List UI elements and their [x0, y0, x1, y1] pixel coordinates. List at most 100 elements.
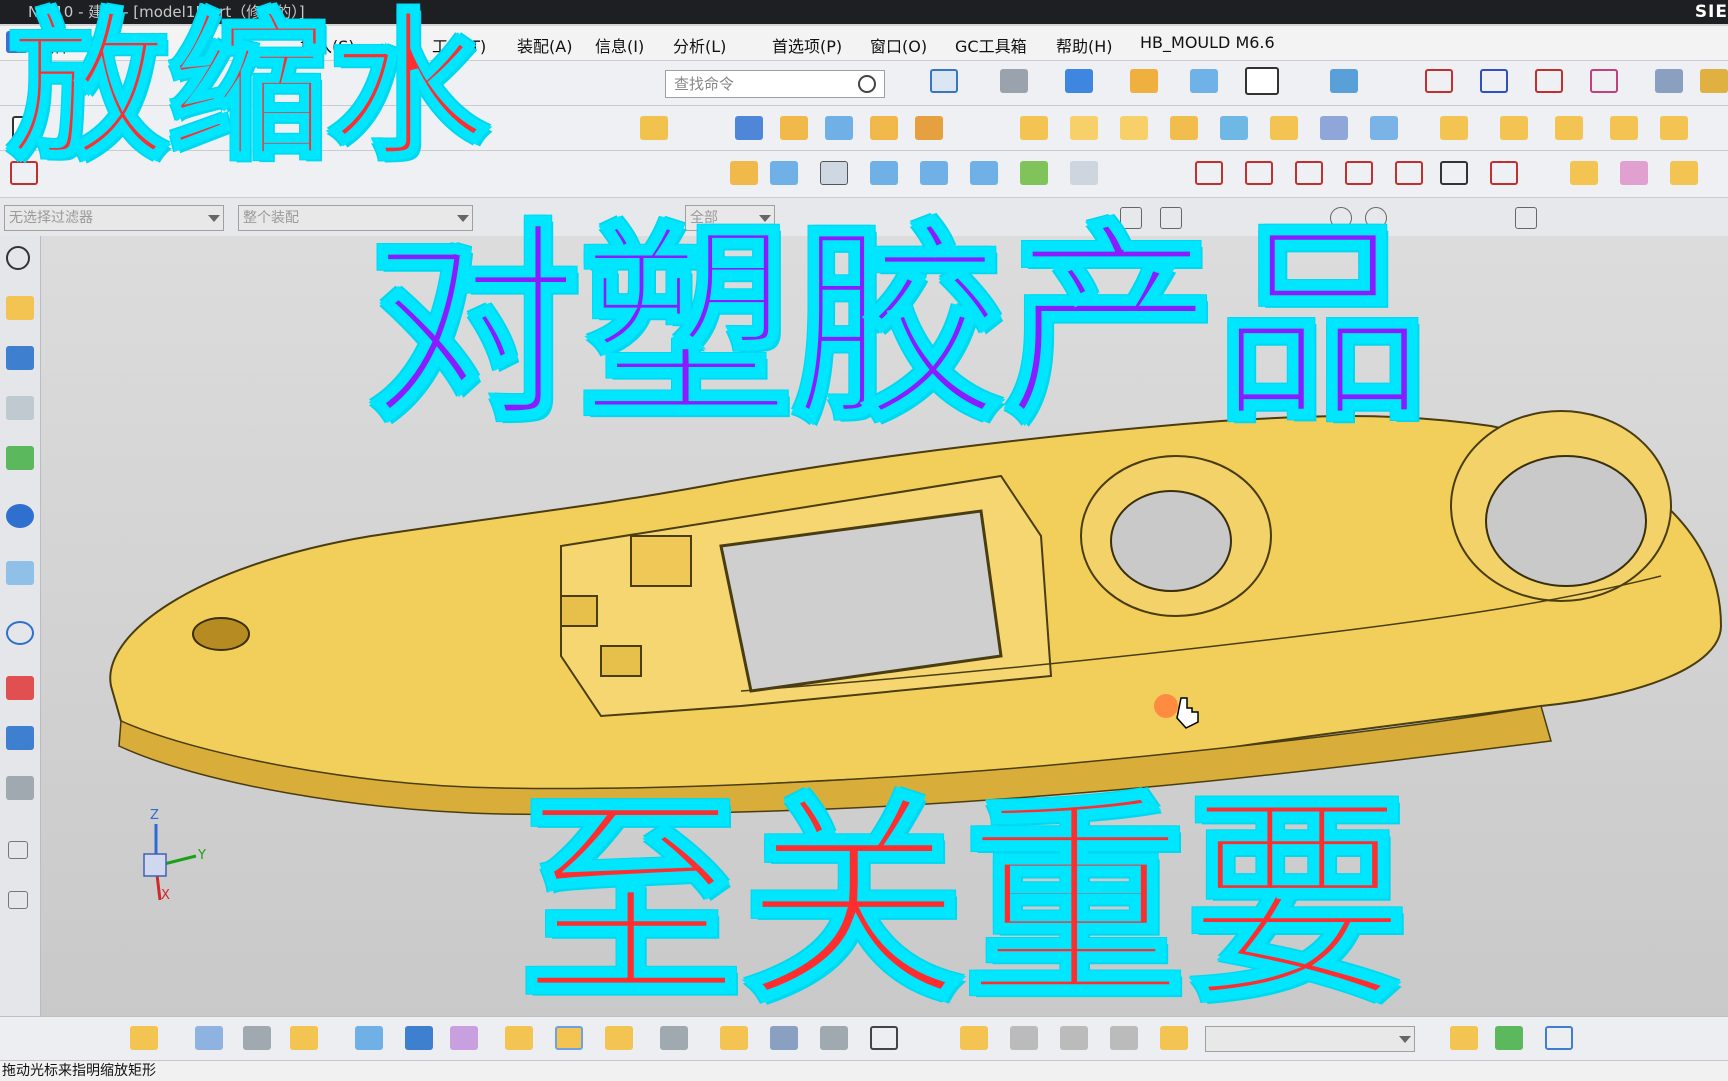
background-icon[interactable] [1245, 67, 1279, 95]
web-browser-icon[interactable] [6, 561, 34, 585]
fillet-curve-icon[interactable] [1395, 161, 1423, 185]
subtract-icon[interactable] [1555, 116, 1583, 140]
curve-icon[interactable] [1195, 161, 1223, 185]
draft-icon[interactable] [1660, 116, 1688, 140]
triad-y-label: Y [198, 848, 206, 863]
menu-gc-toolbox[interactable]: GC工具箱 [955, 33, 1027, 57]
csys-origin-icon[interactable] [1480, 69, 1508, 93]
hole-icon[interactable] [640, 116, 668, 140]
patch-icon[interactable] [1070, 161, 1098, 185]
shaded-cube-icon[interactable] [1065, 69, 1093, 93]
block-icon[interactable] [780, 116, 808, 140]
system-materials-icon[interactable] [6, 776, 34, 800]
bridge-curve-icon[interactable] [1245, 161, 1273, 185]
history-icon[interactable] [6, 621, 34, 645]
move-icon[interactable] [1440, 116, 1468, 140]
surface-icon[interactable] [820, 161, 848, 185]
type-filter-value: 无选择过滤器 [9, 210, 93, 226]
status-message: 拖动光标来指明缩放矩形 [2, 1063, 156, 1079]
offset-face-icon[interactable] [1120, 116, 1148, 140]
menu-info[interactable]: 信息(I) [595, 33, 644, 57]
scope-value: 整个装配 [243, 210, 299, 226]
pencil-icon[interactable] [1655, 69, 1683, 93]
mirror-icon[interactable] [405, 1026, 433, 1050]
sweep-icon[interactable] [870, 161, 898, 185]
menu-analysis[interactable]: 分析(L) [673, 33, 726, 57]
info-icon[interactable] [6, 504, 34, 528]
snap-tab [560, 595, 598, 627]
section-icon[interactable] [1130, 69, 1158, 93]
plate-icon[interactable] [825, 116, 853, 140]
resource-bar [0, 236, 41, 1016]
cylinder-icon[interactable] [870, 116, 898, 140]
datum-icon[interactable] [1590, 69, 1618, 93]
assembly-navigator-icon[interactable] [6, 296, 34, 320]
layer-icon[interactable] [1190, 69, 1218, 93]
curve-tool-icon[interactable] [1490, 161, 1518, 185]
revolve-icon[interactable] [770, 161, 798, 185]
menu-help[interactable]: 帮助(H) [1056, 33, 1113, 57]
music-note-icon[interactable] [1545, 1026, 1573, 1050]
trim-icon[interactable] [1220, 116, 1248, 140]
menu-window[interactable]: 窗口(O) [870, 33, 927, 57]
insert-component-icon[interactable] [1450, 1026, 1478, 1050]
face-icon[interactable] [1070, 116, 1098, 140]
type-filter-select[interactable]: 无选择过滤器 [4, 205, 224, 231]
book-icon[interactable] [735, 116, 763, 140]
spline-icon[interactable] [1345, 161, 1373, 185]
analysis-icon[interactable] [1620, 161, 1648, 185]
brand-logo: SIE [1694, 2, 1728, 22]
menu-assembly[interactable]: 装配(A) [517, 33, 572, 57]
view-fit-icon[interactable] [930, 69, 958, 93]
triad-x-label: X [161, 888, 170, 903]
shell-icon[interactable] [915, 116, 943, 140]
menu-hb-mould[interactable]: HB_MOULD M6.6 [1140, 33, 1275, 52]
measure-icon[interactable] [1570, 161, 1598, 185]
add-component-icon[interactable] [290, 1026, 318, 1050]
chevron-down-icon[interactable] [1399, 1036, 1411, 1043]
overlay-caption-3: 至关重要 [518, 774, 1410, 1032]
scroll-down-icon[interactable] [8, 891, 28, 909]
explode-icon[interactable] [450, 1026, 478, 1050]
scroll-up-icon[interactable] [8, 841, 28, 859]
cylinder-tool-icon[interactable] [730, 161, 758, 185]
section-analysis-icon[interactable] [1670, 161, 1698, 185]
intersect-icon[interactable] [1610, 116, 1638, 140]
assembly-icon[interactable] [195, 1026, 223, 1050]
orient-icon[interactable] [1330, 69, 1358, 93]
color-palette-icon[interactable] [6, 676, 34, 700]
render-style-icon[interactable] [1000, 69, 1028, 93]
menu-preferences[interactable]: 首选项(P) [772, 33, 842, 57]
point-icon[interactable] [1535, 69, 1563, 93]
grid-surface-icon[interactable] [970, 161, 998, 185]
constraint-navigator-icon[interactable] [6, 346, 34, 370]
triad-cube [143, 853, 167, 877]
roles-icon[interactable] [6, 726, 34, 750]
boss-hole [1110, 490, 1232, 592]
part-navigator-icon[interactable] [6, 396, 34, 420]
blend-icon[interactable] [1320, 116, 1348, 140]
green-mesh-icon[interactable] [1020, 161, 1048, 185]
chevron-down-icon[interactable] [208, 215, 220, 222]
new-component-icon[interactable] [130, 1026, 158, 1050]
snap-grid-icon[interactable] [1515, 207, 1537, 229]
loft-icon[interactable] [920, 161, 948, 185]
box-icon[interactable] [1020, 116, 1048, 140]
gear-icon[interactable] [6, 246, 30, 270]
snap-tab [630, 535, 692, 587]
reuse-library-icon[interactable] [6, 446, 34, 470]
search-input[interactable]: 查找命令 [665, 70, 885, 98]
green-arrow-icon[interactable] [1495, 1026, 1523, 1050]
mesh-icon[interactable] [1270, 116, 1298, 140]
search-icon[interactable] [858, 75, 876, 93]
project-curve-icon[interactable] [1440, 161, 1468, 185]
replace-icon[interactable] [243, 1026, 271, 1050]
unite-icon[interactable] [1500, 116, 1528, 140]
wrench-icon[interactable] [1700, 69, 1728, 93]
csys-icon[interactable] [1425, 69, 1453, 93]
boss-hole [1485, 455, 1647, 587]
sphere-icon[interactable] [1370, 116, 1398, 140]
extract-icon[interactable] [1170, 116, 1198, 140]
intersect-curve-icon[interactable] [1295, 161, 1323, 185]
constraint-icon[interactable] [355, 1026, 383, 1050]
